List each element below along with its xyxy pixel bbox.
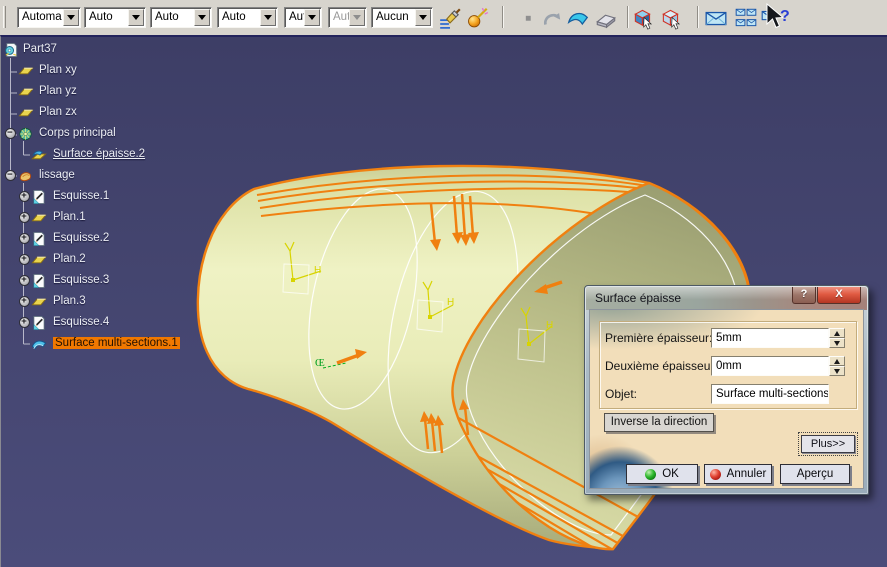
tree-item-surface-multi-sections-1[interactable]: Surface multi-sections.1 <box>1 336 251 352</box>
tree-item-part37[interactable]: Part37 <box>1 42 251 58</box>
tree-expander-plus[interactable]: + <box>18 275 30 286</box>
green-dot-icon <box>645 468 657 480</box>
combo-dropdown-arrow[interactable] <box>260 9 276 26</box>
magic-wand-icon[interactable] <box>466 5 490 31</box>
toolbar-drag-handle[interactable] <box>3 6 6 28</box>
tree-item-esquisse-3[interactable]: + Esquisse.3 <box>1 273 251 289</box>
tree-expander-plus[interactable]: + <box>18 212 30 223</box>
dialog-title: Surface épaisse <box>595 291 682 305</box>
plane-icon <box>31 210 47 226</box>
mouse-cursor-help-icon: ? <box>764 2 794 33</box>
tree-item-plan-zx[interactable]: Plan zx <box>1 105 251 121</box>
dialog-field-row: Deuxième épaisseur: 0mm <box>590 356 860 376</box>
tree-item-plan-2[interactable]: + Plan.2 <box>1 252 251 268</box>
toolbar-separator <box>627 6 629 28</box>
tree-expander-minus[interactable]: − <box>4 170 16 181</box>
toolbar-combo-3[interactable]: Auto <box>150 7 212 28</box>
surface-epaisse-dialog: Surface épaisse ? X Première épaisseur: 5… <box>584 285 869 495</box>
tree-item-esquisse-4[interactable]: + Esquisse.4 <box>1 315 251 331</box>
sketch-icon <box>31 273 47 289</box>
sketch-icon <box>31 315 47 331</box>
dialog-close-button[interactable]: X <box>817 287 861 304</box>
svg-text:H: H <box>447 297 454 308</box>
preview-button[interactable]: Aperçu <box>780 464 850 484</box>
plane-icon <box>18 105 34 121</box>
dialog-field-row: Première épaisseur: 5mm <box>590 328 860 348</box>
tree-item-plan-1[interactable]: + Plan.1 <box>1 210 251 226</box>
plane-icon <box>31 294 47 310</box>
plane-icon <box>18 84 34 100</box>
surface-patch-icon[interactable] <box>566 5 590 31</box>
plane-icon <box>18 63 34 79</box>
tree-expander-plus[interactable]: + <box>18 191 30 202</box>
plane-icon <box>31 252 47 268</box>
combo-dropdown-arrow[interactable] <box>194 9 210 26</box>
svg-text:Œ: Œ <box>315 357 325 369</box>
tree-item-plan-3[interactable]: + Plan.3 <box>1 294 251 310</box>
toolbar-combo-2[interactable]: Auto <box>84 7 146 28</box>
red-dot-icon <box>709 468 721 480</box>
tree-item-lissage[interactable]: − lissage <box>1 168 251 184</box>
field-input[interactable]: 0mm <box>711 356 829 376</box>
field-input[interactable]: Surface multi-sections.1 <box>711 384 829 404</box>
cancel-button[interactable]: Annuler <box>704 464 772 484</box>
toolbar-combo-1[interactable]: Automa <box>17 7 81 28</box>
thick-icon <box>31 147 47 163</box>
lissage-icon <box>18 168 34 184</box>
toolbar-combo-7[interactable]: Aucun <box>371 7 433 28</box>
format-brush-icon[interactable] <box>438 5 462 31</box>
svg-text:?: ? <box>780 8 790 25</box>
tree-item-surface-paisse-2[interactable]: Surface épaisse.2 <box>1 147 251 163</box>
tree-expander-plus[interactable]: + <box>18 254 30 265</box>
specification-tree: Part37 Plan xy Plan yz Plan zx − Corps princi… <box>1 37 261 567</box>
toolbar-combo-5[interactable]: Aut <box>284 7 322 28</box>
part-icon <box>3 42 19 58</box>
plus-button[interactable]: Plus>> <box>798 432 858 456</box>
inverse-direction-button[interactable]: Inverse la direction <box>604 413 714 432</box>
multisection-icon <box>31 336 47 352</box>
field-input[interactable]: 5mm <box>711 328 829 348</box>
mail-send-icon[interactable] <box>704 5 728 31</box>
toolbar-separator <box>697 6 699 28</box>
combo-dropdown-arrow[interactable] <box>63 9 79 26</box>
dialog-client-area: Première épaisseur: 5mm Deuxième épaisseur… <box>589 309 864 489</box>
dialog-help-button[interactable]: ? <box>792 287 816 304</box>
tree-item-corps-principal[interactable]: − Corps principal <box>1 126 251 142</box>
eraser-3d-icon[interactable] <box>594 5 618 31</box>
toolbar-separator <box>502 6 504 28</box>
dialog-field-row: Objet: Surface multi-sections.1 <box>590 384 860 404</box>
tree-expander-plus[interactable]: + <box>18 296 30 307</box>
tree-expander-plus[interactable]: + <box>18 317 30 328</box>
combo-dropdown-arrow[interactable] <box>128 9 144 26</box>
combo-dropdown-arrow[interactable] <box>349 9 365 26</box>
svg-text:H: H <box>546 320 553 331</box>
dot-icon[interactable] <box>516 5 540 31</box>
field-spinner[interactable] <box>829 356 845 376</box>
tree-expander-plus[interactable]: + <box>18 233 30 244</box>
combo-dropdown-arrow[interactable] <box>415 9 431 26</box>
tree-item-esquisse-1[interactable]: + Esquisse.1 <box>1 189 251 205</box>
catalog-box-outline-icon[interactable] <box>659 5 683 31</box>
tree-expander-minus[interactable]: − <box>4 128 16 139</box>
tree-item-plan-xy[interactable]: Plan xy <box>1 63 251 79</box>
sketch-icon <box>31 231 47 247</box>
tree-item-plan-yz[interactable]: Plan yz <box>1 84 251 100</box>
undo-icon[interactable] <box>540 5 564 31</box>
tree-item-esquisse-2[interactable]: + Esquisse.2 <box>1 231 251 247</box>
mail-multiple-icon[interactable] <box>734 5 758 31</box>
ok-button[interactable]: OK <box>626 464 698 484</box>
svg-text:H: H <box>314 265 321 276</box>
catalog-box-filled-icon[interactable] <box>631 5 655 31</box>
top-toolbar: AutomaAutoAutoAutoAutAutAucun ? <box>0 0 887 35</box>
toolbar-combo-6[interactable]: Aut <box>328 7 367 28</box>
sketch-icon <box>31 189 47 205</box>
combo-dropdown-arrow[interactable] <box>304 9 320 26</box>
toolbar-combo-4[interactable]: Auto <box>217 7 278 28</box>
body-icon <box>18 126 34 142</box>
field-spinner[interactable] <box>829 328 845 348</box>
